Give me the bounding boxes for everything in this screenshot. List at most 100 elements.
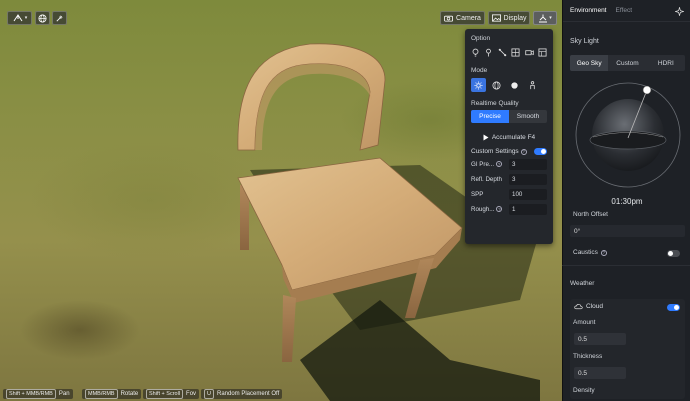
sun-handle: [642, 85, 652, 95]
transform-tool-button[interactable]: ▾: [7, 11, 32, 25]
image-icon: [491, 14, 501, 22]
help-icon[interactable]: ?: [496, 161, 503, 167]
grid-icon[interactable]: [511, 47, 520, 57]
caustics-toggle[interactable]: [667, 250, 680, 257]
hint-action: Fov: [186, 391, 197, 397]
cloud-row: Cloud: [574, 303, 603, 310]
param-label: Refl. Depth: [471, 175, 502, 183]
param-label: GI Pre...: [471, 160, 495, 168]
chevron-down-icon: ▾: [549, 15, 552, 21]
density-label: Density: [573, 387, 595, 394]
bulb-icon[interactable]: [471, 48, 480, 57]
custom-settings-toggle[interactable]: [534, 148, 547, 155]
help-icon[interactable]: ?: [520, 148, 527, 155]
quality-selector: Precise Smooth: [471, 110, 547, 123]
help-icon[interactable]: ?: [600, 249, 607, 256]
sun-position-dial[interactable]: [573, 80, 683, 190]
quality-section-title: Realtime Quality: [471, 100, 519, 107]
hint-pan: Shift + MMB/RMB Pan: [3, 389, 73, 399]
help-icon[interactable]: ?: [496, 206, 503, 212]
hint-key: MMB/RMB: [85, 389, 118, 399]
north-offset-value: 0°: [574, 227, 581, 235]
sky-geo-button[interactable]: Geo Sky: [570, 55, 609, 71]
amount-value: 0.5: [578, 335, 588, 343]
weather-title: Weather: [570, 280, 595, 287]
thickness-value: 0.5: [578, 369, 588, 377]
play-icon: [483, 134, 489, 140]
mode-person-button[interactable]: [525, 78, 540, 92]
accumulate-button[interactable]: Accumulate F4: [471, 131, 547, 143]
param-row-roughness: Rough...? 1: [471, 203, 547, 215]
mode-sun-button[interactable]: [471, 78, 486, 92]
sky-type-selector: Geo Sky Custom HDRI: [570, 55, 685, 71]
panel-tabs: Environment Effect: [563, 0, 690, 22]
sphere-icon: [511, 81, 518, 89]
camera-label: Camera: [456, 14, 481, 22]
option-section-title: Option: [471, 35, 491, 42]
caustics-label: Caustics: [573, 249, 598, 256]
param-label: Rough...: [471, 205, 495, 213]
mode-section-title: Mode: [471, 67, 488, 74]
cloud-card: [570, 299, 685, 399]
gi-precision-input[interactable]: 3: [509, 158, 547, 170]
mode-selector: [471, 78, 547, 92]
param-row-spp: SPP 100: [471, 188, 547, 200]
axis-icon: [13, 14, 23, 22]
sparkle-icon[interactable]: [675, 7, 684, 16]
tab-effect[interactable]: Effect: [616, 7, 633, 14]
render-options-panel: Option Mode Realtime Quality Precise Smo…: [465, 29, 553, 244]
hint-rotate: MMB/RMB Rotate: [82, 389, 142, 399]
sun-time-label: 01:30pm: [611, 197, 643, 206]
hint-fov: Shift + Scroll Fov: [143, 389, 200, 399]
north-offset-label: North Offset: [573, 211, 608, 218]
hint-key: Shift + Scroll: [146, 389, 184, 399]
chevron-down-icon: ▾: [24, 15, 28, 21]
quality-smooth-button[interactable]: Smooth: [509, 110, 547, 123]
globe-icon: [492, 80, 501, 90]
param-row-gi: GI Pre...? 3: [471, 158, 547, 170]
thickness-label: Thickness: [573, 353, 603, 360]
hint-key: Shift + MMB/RMB: [6, 389, 56, 399]
cloud-icon: [574, 304, 583, 310]
eyedropper-icon: [56, 14, 63, 22]
accumulate-label: Accumulate F4: [491, 133, 536, 141]
render-settings-button[interactable]: ▾: [533, 11, 557, 25]
camera-button[interactable]: Camera: [440, 11, 485, 25]
display-label: Display: [503, 14, 527, 22]
sky-light-title: Sky Light: [570, 38, 599, 45]
mode-globe-button[interactable]: [489, 78, 504, 92]
param-row-refl-depth: Refl. Depth 3: [471, 173, 547, 185]
sky-custom-button[interactable]: Custom: [608, 55, 646, 71]
caustics-row-label: Caustics ?: [573, 249, 607, 256]
display-button[interactable]: Display: [488, 11, 530, 25]
quality-precise-button[interactable]: Precise: [471, 110, 509, 123]
video-icon[interactable]: [524, 48, 534, 57]
mode-sphere-button[interactable]: [507, 78, 522, 92]
path-icon[interactable]: [498, 48, 507, 57]
hint-key: U: [204, 389, 214, 399]
amount-input[interactable]: 0.5: [574, 333, 626, 345]
tab-environment[interactable]: Environment: [570, 7, 607, 14]
eyedropper-button[interactable]: [52, 11, 67, 25]
lamp-icon: [539, 14, 548, 22]
pin-icon[interactable]: [484, 48, 493, 57]
amount-label: Amount: [573, 319, 596, 326]
hint-random-placement: U Random Placement Off: [201, 389, 283, 399]
sky-hdri-button[interactable]: HDRI: [647, 55, 685, 71]
thickness-input[interactable]: 0.5: [574, 367, 626, 379]
person-icon: [530, 80, 535, 89]
camera-icon: [444, 15, 454, 22]
globe-icon: [38, 13, 47, 23]
globe-button[interactable]: [35, 11, 50, 25]
north-offset-input[interactable]: 0°: [570, 225, 685, 237]
option-icon-row: [471, 47, 547, 57]
cloud-toggle[interactable]: [667, 304, 680, 311]
roughness-input[interactable]: 1: [509, 203, 547, 215]
layout-icon[interactable]: [538, 47, 547, 57]
spp-input[interactable]: 100: [509, 188, 547, 200]
cloud-label: Cloud: [586, 303, 603, 310]
refl-depth-input[interactable]: 3: [509, 173, 547, 185]
custom-settings-row: Custom Settings ?: [471, 148, 547, 155]
hint-action: Rotate: [120, 391, 139, 397]
hint-action: Pan: [58, 391, 70, 397]
